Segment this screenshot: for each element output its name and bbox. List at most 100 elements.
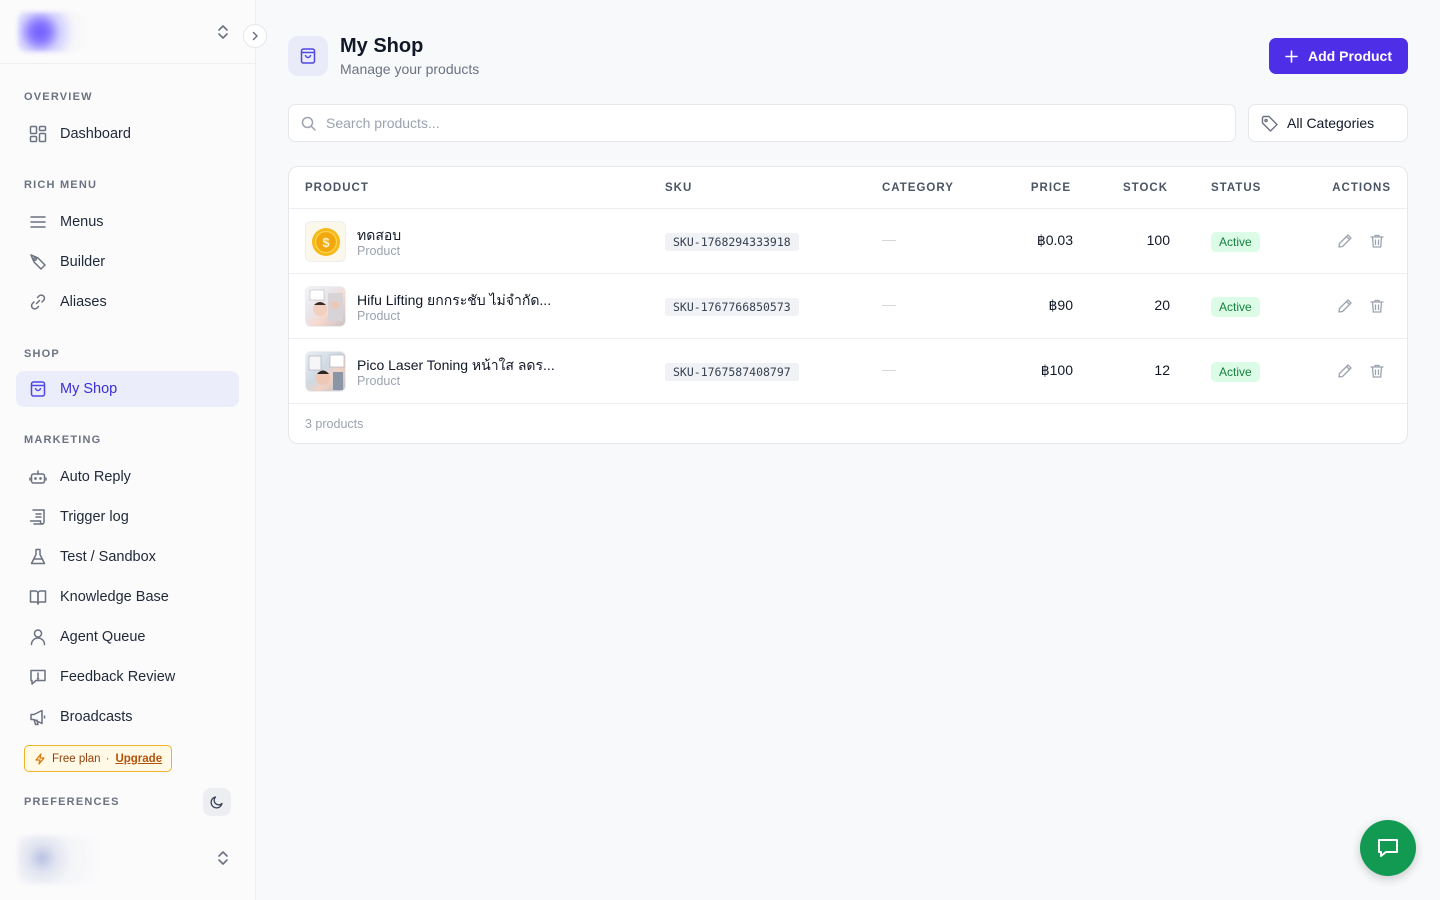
sidebar-item-auto-reply[interactable]: Auto Reply: [16, 459, 239, 495]
sidebar-item-label: Knowledge Base: [60, 589, 169, 605]
chat-bubble-icon: [1378, 839, 1398, 857]
page-title: My Shop: [340, 35, 424, 57]
hifu-photo-icon: [309, 289, 343, 321]
theme-toggle-button[interactable]: [203, 788, 231, 816]
flask-icon: [28, 547, 48, 567]
moon-icon: [210, 796, 223, 809]
workspace-switcher[interactable]: [0, 0, 255, 64]
price-value: ฿100: [1040, 362, 1073, 378]
trash-icon[interactable]: [1368, 297, 1386, 315]
edit-icon[interactable]: [1336, 297, 1354, 315]
workspace-logo: [18, 12, 96, 52]
sidebar-item-label: Test / Sandbox: [60, 549, 156, 565]
chat-support-button[interactable]: [1360, 820, 1416, 876]
chevrons-up-down-icon: [218, 25, 228, 39]
product-thumbnail-pico: [305, 351, 346, 392]
column-header-stock: STOCK: [1122, 182, 1168, 194]
edit-icon[interactable]: [1336, 362, 1354, 380]
search-box[interactable]: [288, 104, 1236, 142]
add-product-label: Add Product: [1308, 48, 1392, 64]
table-header: PRODUCT SKU CATEGORY PRICE STOCK STATUS …: [289, 167, 1407, 209]
stock-value: 12: [1154, 362, 1170, 378]
feedback-icon: [28, 667, 48, 687]
upgrade-link[interactable]: Upgrade: [115, 753, 162, 765]
sidebar-item-label: Auto Reply: [60, 469, 131, 485]
sidebar-item-aliases[interactable]: Aliases: [16, 284, 239, 320]
category-value: —: [882, 296, 896, 312]
sidebar-item-test-sandbox[interactable]: Test / Sandbox: [16, 539, 239, 575]
products-table: PRODUCT SKU CATEGORY PRICE STOCK STATUS …: [288, 166, 1408, 444]
log-icon: [28, 507, 48, 527]
sidebar: OVERVIEW Dashboard RICH MENU Menus Build…: [0, 0, 267, 900]
trash-icon[interactable]: [1368, 232, 1386, 250]
coin-icon: $: [311, 227, 340, 256]
edit-icon[interactable]: [1336, 232, 1354, 250]
sidebar-item-label: Trigger log: [60, 509, 129, 525]
sidebar-item-feedback-review[interactable]: Feedback Review: [16, 659, 239, 695]
chevrons-up-down-icon[interactable]: [214, 848, 232, 868]
add-product-button[interactable]: Add Product: [1269, 38, 1408, 74]
user-menu[interactable]: [18, 836, 168, 884]
chevron-right-icon: [252, 31, 258, 41]
sidebar-item-trigger-log[interactable]: Trigger log: [16, 499, 239, 535]
product-thumbnail-coin: $: [305, 221, 346, 262]
sku-badge: SKU-1767587408797: [665, 363, 799, 381]
sidebar-item-label: Broadcasts: [60, 709, 133, 725]
status-badge: Active: [1211, 297, 1260, 317]
sidebar-item-knowledge-base[interactable]: Knowledge Base: [16, 579, 239, 615]
plus-icon: [1285, 49, 1298, 63]
stock-value: 100: [1146, 232, 1170, 248]
category-filter-select[interactable]: All Categories: [1248, 104, 1408, 142]
book-icon: [28, 587, 48, 607]
column-header-status: STATUS: [1211, 182, 1262, 194]
search-icon: [301, 116, 316, 131]
sidebar-item-broadcasts[interactable]: Broadcasts: [16, 699, 239, 735]
sidebar-item-label: Agent Queue: [60, 629, 146, 645]
plan-separator: ·: [105, 752, 110, 765]
lightning-icon: [35, 752, 45, 765]
product-thumbnail-hifu: [305, 286, 346, 327]
category-selected-value: All Categories: [1287, 115, 1375, 131]
sidebar-item-builder[interactable]: Builder: [16, 244, 239, 280]
sidebar-item-label: Dashboard: [60, 126, 131, 142]
sku-badge: SKU-1768294333918: [665, 233, 799, 251]
status-badge: Active: [1211, 362, 1260, 382]
stock-value: 20: [1154, 297, 1170, 313]
sidebar-item-dashboard[interactable]: Dashboard: [16, 116, 239, 152]
column-header-product: PRODUCT: [305, 182, 369, 194]
sidebar-item-label: Builder: [60, 254, 106, 270]
table-row[interactable]: Pico Laser Toning หน้าใส ลดร... Product …: [289, 339, 1407, 404]
plan-label: Free plan: [52, 752, 101, 765]
sidebar-item-label: Menus: [60, 214, 104, 230]
sidebar-item-my-shop[interactable]: My Shop: [16, 371, 239, 407]
section-title-marketing: MARKETING: [24, 434, 102, 446]
column-header-sku: SKU: [665, 182, 693, 194]
column-header-price: PRICE: [1030, 182, 1071, 194]
free-plan-badge[interactable]: Free plan · Upgrade: [24, 745, 173, 772]
column-header-actions: ACTIONS: [1332, 182, 1391, 194]
price-value: ฿90: [1048, 297, 1073, 313]
collapse-sidebar-button[interactable]: [243, 24, 267, 48]
search-input[interactable]: [326, 115, 1206, 131]
dashboard-icon: [28, 124, 48, 144]
sidebar-item-label: Aliases: [60, 294, 107, 310]
product-type: Product: [357, 309, 401, 323]
table-row[interactable]: Hifu Lifting ยกกระชับ ไม่จำกัด... Produc…: [289, 274, 1407, 339]
sidebar-item-agent-queue[interactable]: Agent Queue: [16, 619, 239, 655]
section-title-shop: SHOP: [24, 348, 60, 360]
builder-icon: [28, 252, 48, 272]
user-icon: [28, 627, 48, 647]
shopping-bag-icon: [28, 379, 48, 399]
trash-icon[interactable]: [1368, 362, 1386, 380]
status-badge: Active: [1211, 232, 1260, 252]
preferences-label: PREFERENCES: [24, 796, 120, 808]
megaphone-icon: [28, 707, 48, 727]
link-icon: [28, 292, 48, 312]
product-type: Product: [357, 244, 401, 258]
table-row[interactable]: $ ทดสอบ Product SKU-1768294333918 — ฿0.0…: [289, 209, 1407, 274]
pico-photo-icon: [308, 354, 345, 390]
sidebar-item-menus[interactable]: Menus: [16, 204, 239, 240]
svg-text:$: $: [322, 235, 330, 250]
category-value: —: [882, 361, 896, 377]
price-value: ฿0.03: [1036, 232, 1073, 248]
